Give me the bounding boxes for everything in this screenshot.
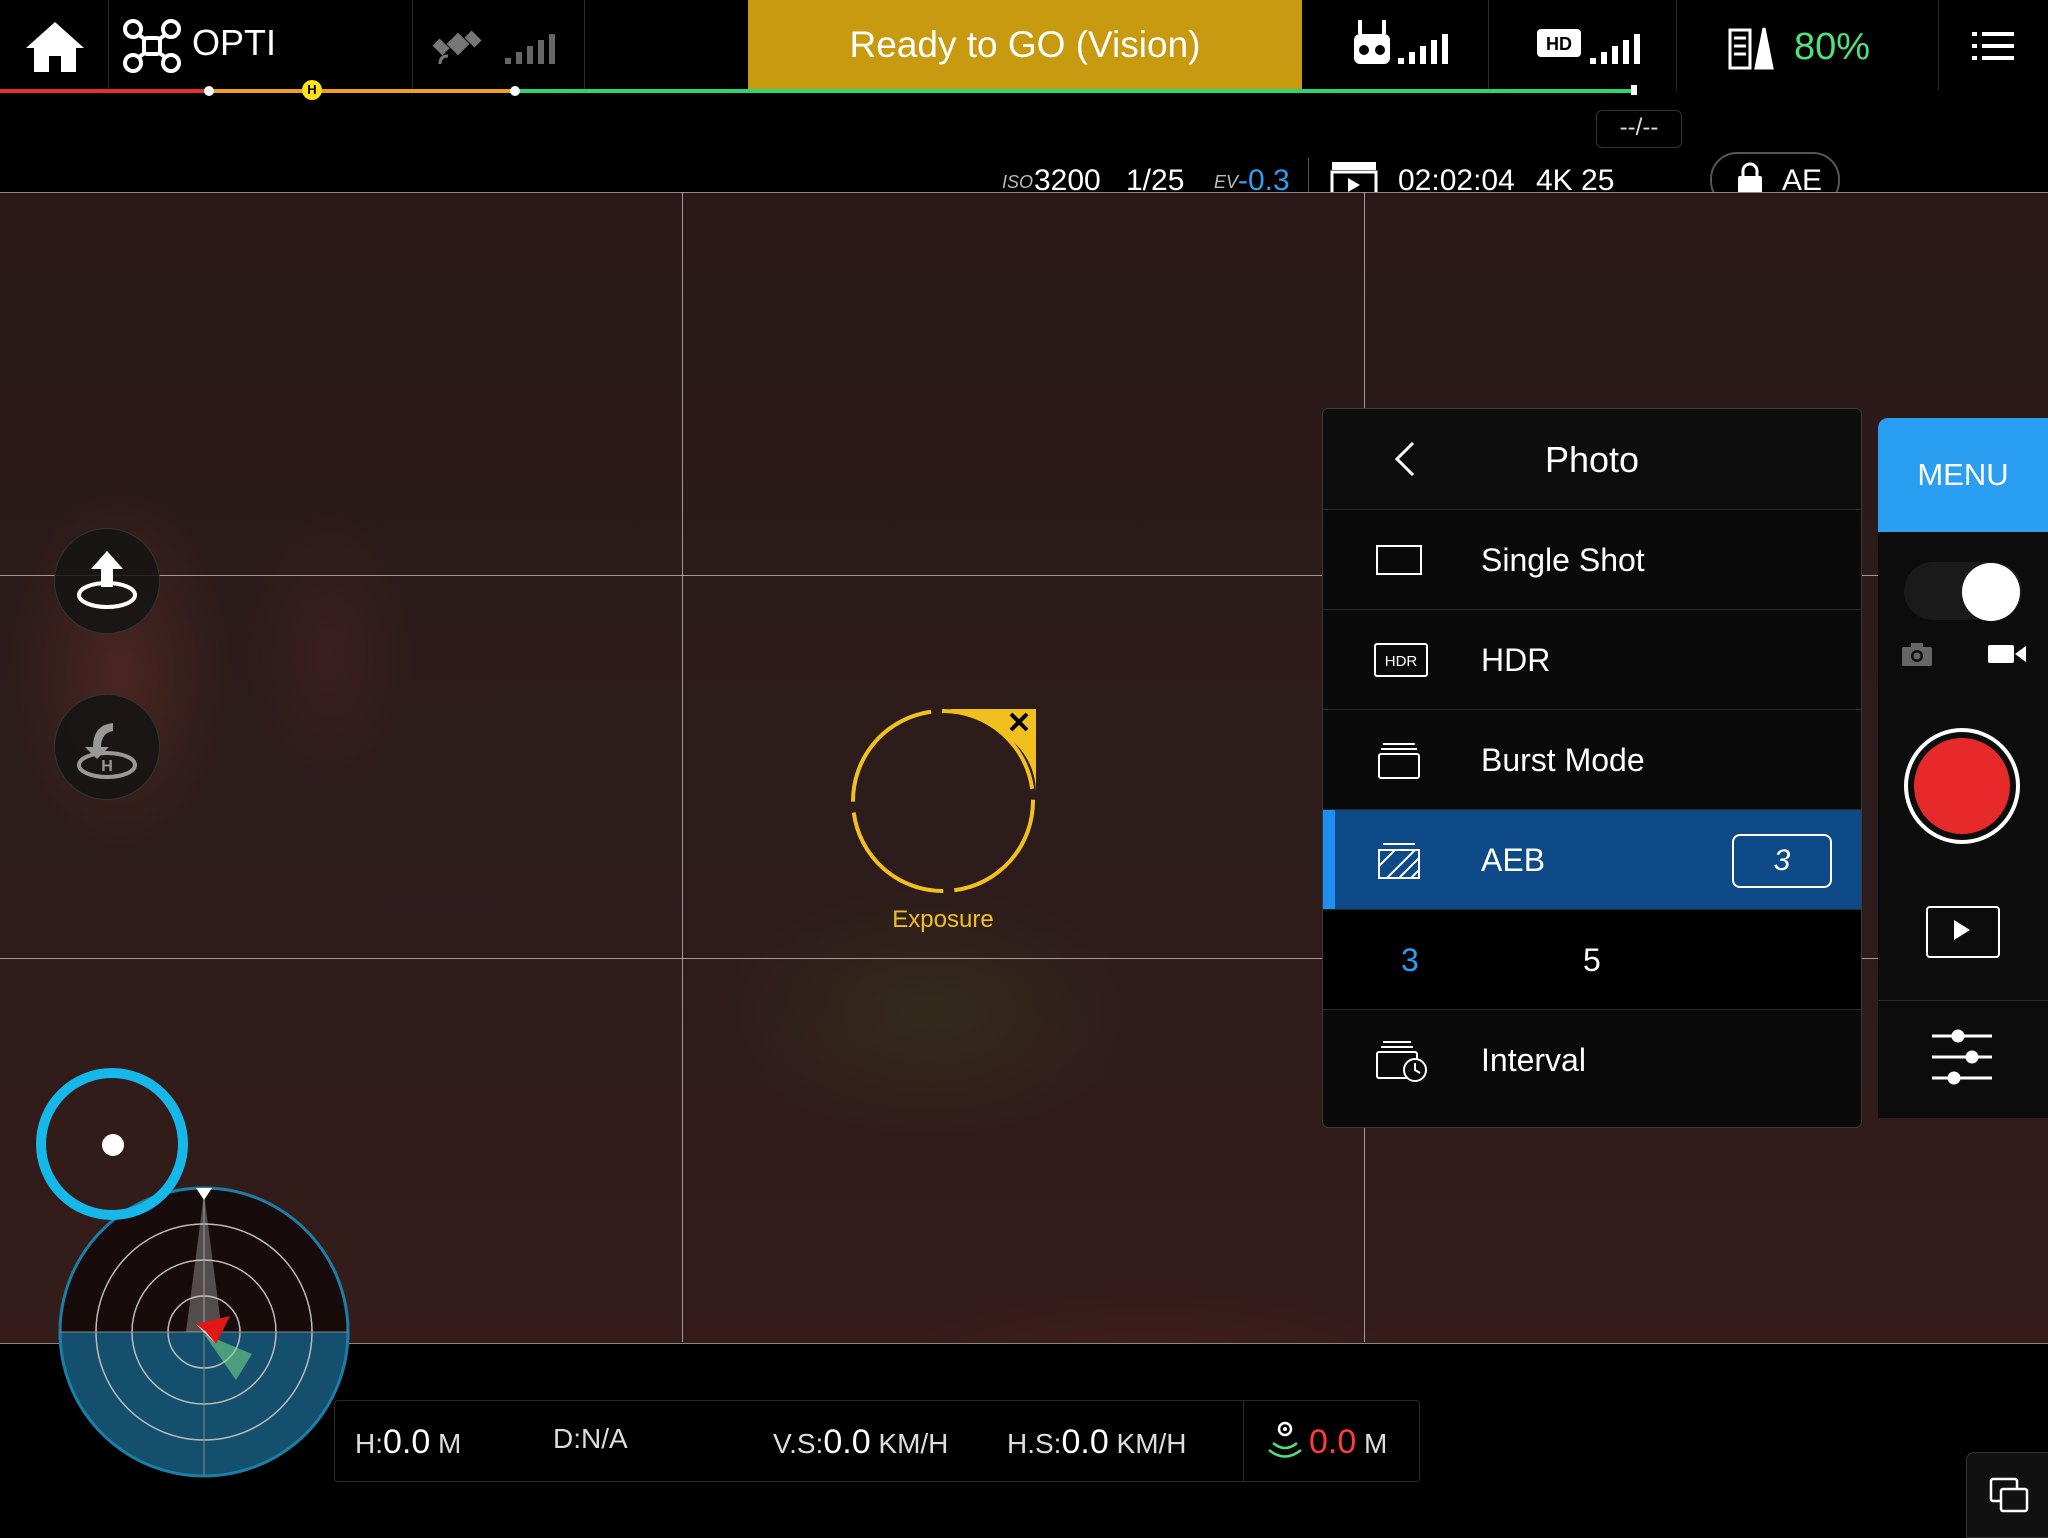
- option-interval[interactable]: Interval: [1323, 1009, 1861, 1110]
- home-icon[interactable]: [22, 16, 88, 76]
- satellite-icon[interactable]: [432, 20, 484, 72]
- return-home-icon: H: [77, 723, 137, 779]
- distance-readout: D:N/A: [553, 1423, 628, 1454]
- obstacle-distance-readout: 0.0 M: [1309, 1423, 1388, 1461]
- battery-end-marker: [1631, 85, 1637, 95]
- option-label: Burst Mode: [1481, 742, 1645, 778]
- horizontal-speed-readout: H.S:0.0 KM/H: [1007, 1423, 1187, 1461]
- camera-menu-button[interactable]: MENU: [1878, 418, 2048, 532]
- option-single-shot[interactable]: Single Shot: [1323, 509, 1861, 610]
- divider: [584, 0, 585, 90]
- map-toggle-button[interactable]: [1966, 1452, 2048, 1538]
- divider: [1878, 1000, 2048, 1001]
- svg-text:H: H: [101, 758, 113, 775]
- iso-label: ISO: [1002, 172, 1034, 192]
- hd-signal-bars: [1590, 30, 1640, 64]
- ev-label: EV: [1214, 172, 1239, 192]
- option-label: Single Shot: [1481, 542, 1645, 578]
- hd-video-link-icon[interactable]: HD: [1536, 28, 1582, 63]
- aeb-choice-5[interactable]: 5: [1583, 942, 1601, 979]
- battery-level-bar: H: [0, 80, 1637, 100]
- grid-line: [682, 192, 683, 1342]
- exposure-label: Exposure: [892, 906, 994, 933]
- photo-mode-panel: Photo Single Shot HDR HDR Burst Mode AEB…: [1322, 408, 1862, 1128]
- option-label: AEB: [1481, 842, 1546, 878]
- interval-icon: [1373, 1036, 1427, 1084]
- flight-status-banner[interactable]: Ready to GO (Vision): [748, 0, 1302, 90]
- vision-sensor-icon: [1268, 1421, 1302, 1458]
- return-to-home-button[interactable]: H: [54, 694, 160, 800]
- single-shot-icon: [1373, 536, 1425, 584]
- aircraft-icon[interactable]: [122, 18, 182, 74]
- vertical-speed-readout: V.S:0.0 KM/H: [773, 1423, 949, 1461]
- option-hdr[interactable]: HDR HDR: [1323, 609, 1861, 710]
- low-battery-marker: [510, 86, 520, 96]
- remote-controller-icon[interactable]: [1352, 20, 1392, 70]
- lock-icon: [1738, 162, 1762, 195]
- option-burst-mode[interactable]: Burst Mode: [1323, 709, 1861, 810]
- panel-header: Photo: [1323, 409, 1861, 509]
- divider: [1938, 0, 1939, 90]
- aeb-count-selector: 3 5: [1323, 909, 1861, 1010]
- switch-view-icon: [1989, 1477, 2029, 1513]
- aeb-choice-3[interactable]: 3: [1401, 942, 1419, 979]
- camera-settings-sliders-icon[interactable]: [1930, 1024, 1994, 1090]
- play-icon: [1954, 920, 1970, 940]
- list-menu-icon[interactable]: [1972, 26, 2014, 66]
- divider: [412, 0, 413, 90]
- option-label: Interval: [1481, 1042, 1586, 1078]
- exposure-metering-target[interactable]: [846, 704, 1040, 898]
- height-readout: H:0.0 M: [355, 1423, 462, 1461]
- svg-text:HDR: HDR: [1385, 653, 1418, 670]
- flight-telemetry-bar: H:0.0 M D:N/A V.S:0.0 KM/H H.S:0.0 KM/H …: [334, 1400, 1420, 1482]
- takeoff-button[interactable]: [54, 528, 160, 634]
- divider: [1676, 0, 1677, 90]
- aircraft-name[interactable]: OPTI: [192, 22, 276, 64]
- gps-signal-bars: [505, 30, 555, 64]
- home-return-marker: H: [302, 80, 322, 100]
- option-aeb[interactable]: AEB 3: [1323, 809, 1861, 910]
- aeb-count-value[interactable]: 3: [1732, 834, 1832, 888]
- video-camera-icon[interactable]: [1988, 642, 2026, 666]
- playback-button[interactable]: [1926, 906, 2000, 958]
- critical-battery-marker: [204, 86, 214, 96]
- divider: [108, 0, 109, 90]
- hd-label: HD: [1546, 34, 1572, 54]
- rc-signal-bars: [1398, 30, 1448, 64]
- camera-icon[interactable]: [1902, 642, 1932, 666]
- burst-icon: [1373, 736, 1425, 784]
- tap-focus-dot[interactable]: [102, 1134, 124, 1156]
- battery-percentage[interactable]: 80%: [1794, 26, 1870, 69]
- battery-icon[interactable]: [1726, 22, 1774, 72]
- aeb-icon: [1373, 836, 1425, 884]
- divider: [1488, 0, 1489, 90]
- option-label: HDR: [1481, 642, 1551, 678]
- panel-title: Photo: [1544, 439, 1640, 480]
- shutter-record-button[interactable]: [1904, 728, 2020, 844]
- hdr-icon: HDR: [1373, 636, 1428, 684]
- attitude-radar-indicator[interactable]: [56, 1184, 352, 1480]
- takeoff-icon: [77, 551, 137, 609]
- flight-time-remaining: --/--: [1596, 110, 1682, 148]
- divider: [1243, 1401, 1244, 1481]
- toggle-knob[interactable]: [1962, 563, 2020, 621]
